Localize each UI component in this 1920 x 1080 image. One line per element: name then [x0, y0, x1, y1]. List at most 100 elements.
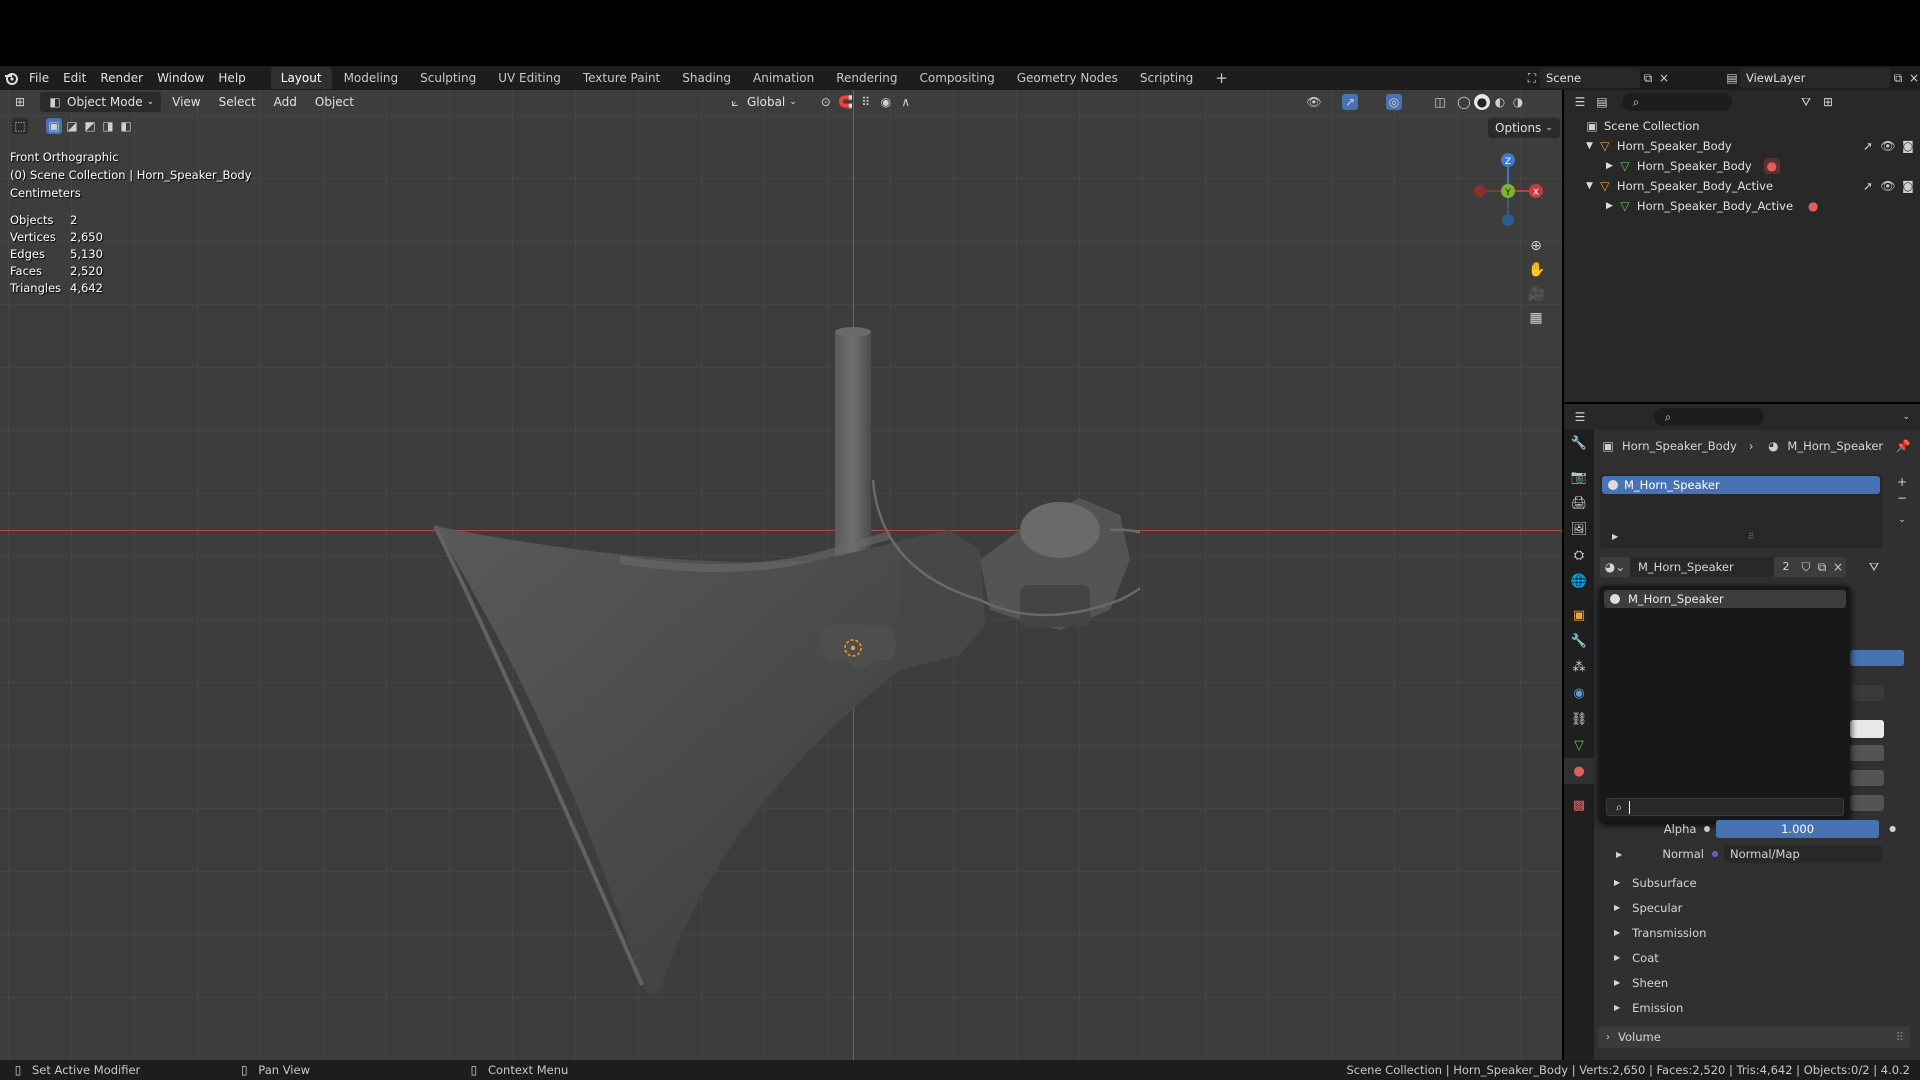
options-dropdown[interactable]: Options ⌄	[1488, 118, 1560, 138]
tab-layout[interactable]: Layout	[270, 67, 332, 89]
select-intersect-icon[interactable]: ◧	[118, 118, 134, 134]
tab-geometry-nodes[interactable]: Geometry Nodes	[1007, 67, 1128, 89]
chevron-down-icon[interactable]: ⌄	[1902, 412, 1910, 422]
popup-search-input[interactable]: ⌕	[1606, 798, 1844, 816]
material-slot-row[interactable]: M_Horn_Speaker	[1602, 476, 1880, 494]
scene-tab-icon[interactable]: ⛭	[1564, 542, 1594, 568]
snap-icon[interactable]: 🧲	[838, 94, 854, 110]
menu-select[interactable]: Select	[212, 92, 263, 112]
rendered-shading-icon[interactable]: ◑	[1510, 94, 1526, 110]
tab-compositing[interactable]: Compositing	[909, 67, 1004, 89]
section-emission[interactable]: ▶ Emission	[1604, 995, 1894, 1020]
pivot-icon[interactable]: ⊙	[818, 94, 834, 110]
eye-icon[interactable]: 👁	[1880, 178, 1896, 194]
ortho-grid-icon[interactable]: ▦	[1528, 310, 1544, 326]
modifier-tab-icon[interactable]: 🔧	[1564, 628, 1594, 654]
xray-icon[interactable]: ◫	[1432, 94, 1448, 110]
tab-uv-editing[interactable]: UV Editing	[488, 67, 571, 89]
outliner-root[interactable]: ▣ Scene Collection	[1584, 116, 1699, 136]
expand-arrow-icon[interactable]: ▼	[1586, 136, 1593, 156]
gizmo-toggle-icon[interactable]: ↗	[1342, 94, 1358, 110]
outliner-item-horn-speaker-body-active[interactable]: ▼ ▽ Horn_Speaker_Body_Active ➚ 👁 ◙	[1586, 176, 1916, 196]
tool-tab-icon[interactable]: 🔧	[1564, 430, 1594, 456]
property-field[interactable]	[1850, 795, 1884, 811]
eye-icon[interactable]: 👁	[1880, 138, 1896, 154]
blender-logo-icon[interactable]	[0, 71, 22, 85]
visibility-icon[interactable]: 👁	[1306, 94, 1322, 110]
select-subtract-icon[interactable]: ◩	[82, 118, 98, 134]
keyframe-dot-icon[interactable]: ●	[1885, 821, 1900, 837]
mode-dropdown[interactable]: ◧ Object Mode ⌄	[40, 92, 162, 112]
unlink-material-icon[interactable]: ×	[1830, 557, 1846, 577]
transform-orientation-dropdown[interactable]: ⟀ Global ⌄	[720, 92, 804, 112]
section-transmission[interactable]: ▶ Transmission	[1604, 920, 1894, 945]
output-tab-icon[interactable]: 🖨	[1564, 490, 1594, 516]
texture-tab-icon[interactable]: ▩	[1564, 792, 1594, 818]
tab-sculpting[interactable]: Sculpting	[410, 67, 486, 89]
select-arrow-icon[interactable]: ➚	[1860, 138, 1876, 154]
menu-edit[interactable]: Edit	[56, 66, 93, 90]
horn-speaker-model[interactable]	[420, 230, 1140, 1010]
select-new-icon[interactable]: ▣	[46, 118, 62, 134]
constraints-tab-icon[interactable]: ⛓	[1564, 706, 1594, 732]
property-field[interactable]	[1850, 770, 1884, 786]
view-layer-name[interactable]: ViewLayer	[1740, 68, 1890, 88]
add-slot-icon[interactable]: +	[1894, 474, 1910, 490]
property-field[interactable]	[1850, 745, 1884, 761]
chevron-down-icon[interactable]: ⌄	[1894, 512, 1910, 528]
tab-animation[interactable]: Animation	[743, 67, 824, 89]
falloff-icon[interactable]: ∧	[898, 94, 914, 110]
filter-icon[interactable]: ⛛	[1798, 94, 1814, 110]
menu-add[interactable]: Add	[267, 92, 304, 112]
new-collection-icon[interactable]: ⊞	[1820, 94, 1836, 110]
property-field-blue[interactable]	[1850, 650, 1904, 666]
camera-icon[interactable]: 🎥	[1528, 286, 1545, 302]
outliner-editor-icon[interactable]: ☰	[1572, 94, 1588, 110]
select-invert-icon[interactable]: ◨	[100, 118, 116, 134]
properties-editor-icon[interactable]: ☰	[1572, 409, 1588, 425]
scene-name[interactable]: Scene	[1540, 68, 1640, 88]
overlay-toggle-icon[interactable]: ◎	[1386, 94, 1402, 110]
select-extend-icon[interactable]: ◪	[64, 118, 80, 134]
outliner-item-horn-speaker-body-mesh[interactable]: ▶ ▽ Horn_Speaker_Body ●	[1606, 156, 1780, 176]
normal-map-field[interactable]: Normal/Map	[1724, 845, 1882, 863]
tab-shading[interactable]: Shading	[672, 67, 741, 89]
data-tab-icon[interactable]: ▽	[1564, 732, 1594, 758]
material-shading-icon[interactable]: ◐	[1492, 94, 1508, 110]
menu-file[interactable]: File	[22, 66, 56, 90]
menu-help[interactable]: Help	[211, 66, 252, 90]
world-tab-icon[interactable]: 🌐	[1564, 568, 1594, 594]
property-color-swatch[interactable]	[1850, 720, 1884, 738]
select-arrow-icon[interactable]: ➚	[1860, 178, 1876, 194]
view-layer-new-icon[interactable]: ⧉	[1890, 70, 1906, 86]
expand-arrow-icon[interactable]: ▼	[1586, 176, 1593, 196]
menu-view[interactable]: View	[165, 92, 207, 112]
wireframe-shading-icon[interactable]: ◯	[1456, 94, 1472, 110]
object-tab-icon[interactable]: ▣	[1564, 602, 1594, 628]
proportional-edit-icon[interactable]: ◉	[878, 94, 894, 110]
display-mode-icon[interactable]: ▤	[1594, 94, 1610, 110]
scene-selector[interactable]: ⛶ Scene ⧉ ×	[1524, 68, 1672, 88]
outliner-item-horn-speaker-body[interactable]: ▼ ▽ Horn_Speaker_Body ➚ 👁 ◙	[1586, 136, 1916, 156]
select-tool-icon[interactable]: ⬚	[12, 118, 28, 134]
section-sheen[interactable]: ▶ Sheen	[1604, 970, 1894, 995]
drag-handle-icon[interactable]: ⠿	[1896, 1030, 1904, 1044]
section-subsurface[interactable]: ▶ Subsurface	[1604, 870, 1894, 895]
physics-tab-icon[interactable]: ◉	[1564, 680, 1594, 706]
pan-hand-icon[interactable]: ✋	[1528, 262, 1545, 278]
view-layer-selector[interactable]: ▤ ViewLayer ⧉ ×	[1724, 68, 1920, 88]
menu-object[interactable]: Object	[308, 92, 361, 112]
snap-target-icon[interactable]: ⠿	[858, 94, 874, 110]
tab-rendering[interactable]: Rendering	[826, 67, 907, 89]
view-layer-close-icon[interactable]: ×	[1906, 70, 1920, 86]
browse-material-icon[interactable]: ◕⌄	[1600, 557, 1630, 577]
zoom-icon[interactable]: ⊕	[1528, 238, 1544, 254]
section-coat[interactable]: ▶ Coat	[1604, 945, 1894, 970]
fake-user-icon[interactable]: ⛉	[1798, 557, 1814, 577]
view-layer-tab-icon[interactable]: 🖼	[1564, 516, 1594, 542]
render-camera-icon[interactable]: ◙	[1900, 138, 1916, 154]
material-options-icon[interactable]: ⛛	[1866, 559, 1882, 575]
outliner-item-horn-speaker-body-active-mesh[interactable]: ▶ ▽ Horn_Speaker_Body_Active ●	[1606, 196, 1821, 216]
resize-handle-icon[interactable]: ⠿	[1748, 532, 1754, 541]
add-workspace-icon[interactable]: +	[1205, 67, 1238, 89]
